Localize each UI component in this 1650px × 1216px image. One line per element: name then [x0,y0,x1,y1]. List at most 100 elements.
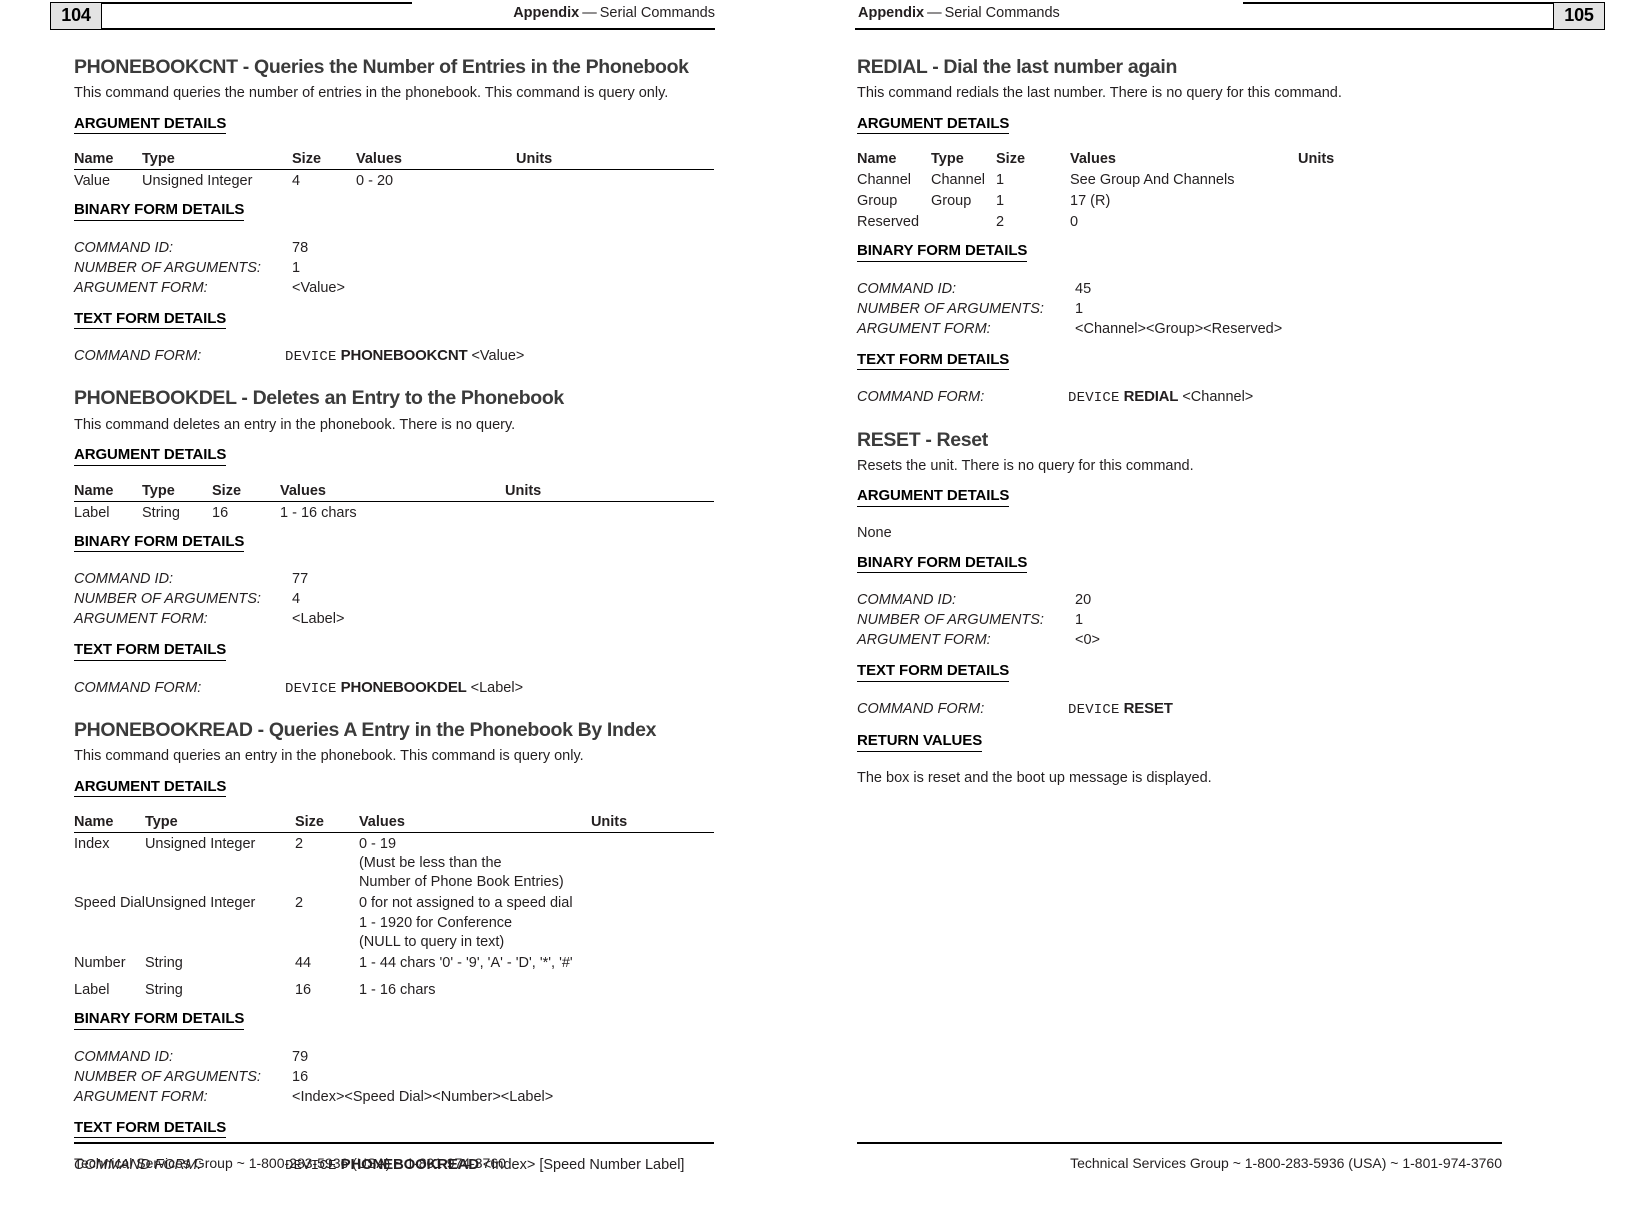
command-form-value: DEVICE PHONEBOOKCNT <Value> [285,346,524,367]
cell-units [1298,169,1502,190]
running-head-separator: — [582,5,597,21]
cell-type: String [144,954,183,971]
command-name: RESET [1123,699,1173,717]
command-id-label: COMMAND ID: [74,571,174,588]
binary-form-details-heading: BINARY FORM DETAILS [857,554,1027,574]
command-form-label: COMMAND FORM: [857,389,985,406]
argument-form-row: ARGUMENT FORM: <0> [857,630,1502,650]
col-name: Name [74,814,114,831]
binary-form-details: COMMAND ID: 20 NUMBER OF ARGUMENTS: 1 AR… [857,590,1502,650]
argument-details-heading-wrap: ARGUMENT DETAILS [857,487,1502,516]
cell-size: 2 [294,895,304,912]
page-number-104: 104 [50,2,102,30]
table-row: Value Unsigned Integer 4 0 - 20 [74,170,714,192]
number-of-arguments-value: 1 [1075,300,1084,317]
command-form-row: COMMAND FORM: DEVICE PHONEBOOKDEL <Label… [74,678,714,699]
cell-values: 1 - 16 chars [358,981,436,998]
cell-units [1298,190,1502,211]
cell-size: 2 [294,836,304,853]
cell-units [591,952,714,973]
binary-form-details-heading: BINARY FORM DETAILS [74,202,244,221]
cell-type: String [144,981,183,998]
col-units: Units [505,482,542,499]
col-type: Type [142,151,175,168]
argument-form-label: ARGUMENT FORM: [857,320,991,337]
device-keyword: DEVICE [285,349,337,366]
text-form-details-heading: TEXT FORM DETAILS [857,351,1009,371]
number-of-arguments-value: 1 [292,259,301,276]
command-id-value: 78 [292,239,309,256]
cell-name: Label [74,981,110,998]
argument-form-label: ARGUMENT FORM: [74,611,208,628]
cell-units [505,501,714,523]
text-form-heading-wrap: TEXT FORM DETAILS [857,351,1502,380]
cell-units [591,973,714,1000]
footer-rule [857,1142,1502,1144]
page-number-105: 105 [1553,2,1605,30]
col-size: Size [996,151,1026,168]
page-104: 104 Appendix — Serial Commands PHONEBOOKCN… [0,0,825,1216]
running-head-rest: Serial Commands [944,5,1060,21]
argument-form-row: ARGUMENT FORM: <Channel><Group><Reserved… [857,319,1502,339]
binary-form-heading-wrap: BINARY FORM DETAILS [74,533,714,562]
command-id-row: COMMAND ID: 78 [74,238,714,258]
running-head-top-rule [102,2,412,4]
text-form-details: COMMAND FORM: DEVICE PHONEBOOKDEL <Label… [74,678,714,699]
argument-details-heading-wrap: ARGUMENT DETAILS [857,115,1502,144]
argument-form-row: ARGUMENT FORM: <Index><Speed Dial><Numbe… [74,1087,714,1107]
command-form-value: DEVICE RESET [1068,699,1173,720]
command-form-label: COMMAND FORM: [74,348,202,365]
command-id-label: COMMAND ID: [857,280,957,297]
text-form-details: COMMAND FORM: DEVICE PHONEBOOKCNT <Value… [74,346,714,367]
number-of-arguments-row: NUMBER OF ARGUMENTS: 4 [74,589,714,609]
table-header-row: Name Type Size Values Units [74,151,714,170]
cell-size: 2 [996,214,1005,231]
table-row: Speed Dial Unsigned Integer 2 0 for not … [74,892,714,951]
value-line: 1 - 1920 for Conference [358,914,513,931]
command-description: This command queries the number of entri… [74,85,669,102]
running-head-rule [50,28,715,30]
command-id-value: 20 [1075,592,1092,609]
command-id-row: COMMAND ID: 79 [74,1047,714,1067]
command-form-value: DEVICE REDIAL <Channel> [1068,387,1253,408]
col-name: Name [74,482,114,499]
cell-values: 0 - 19 (Must be less than the Number of … [359,833,591,893]
value-line: 0 for not assigned to a speed dial [358,895,573,912]
cell-name: Index [74,836,110,853]
cell-name: Reserved [857,214,920,231]
argument-details-heading: ARGUMENT DETAILS [74,115,226,135]
cell-name: Number [74,954,126,971]
text-form-details-heading: TEXT FORM DETAILS [74,310,226,330]
cell-values: 1 - 16 chars [280,504,357,521]
text-form-details-heading: TEXT FORM DETAILS [74,642,226,661]
command-form-row: COMMAND FORM: DEVICE PHONEBOOKCNT <Value… [74,346,714,367]
footer-text: Technical Services Group ~ 1-800-283-593… [1070,1155,1502,1171]
number-of-arguments-row: NUMBER OF ARGUMENTS: 1 [857,299,1502,319]
text-form-details-heading: TEXT FORM DETAILS [74,1119,226,1139]
page-105-content: REDIAL - Dial the last number again This… [857,56,1502,807]
argument-form-value: <Channel><Group><Reserved> [1075,320,1283,337]
col-name: Name [74,151,114,168]
binary-form-details-heading: BINARY FORM DETAILS [74,533,244,553]
col-units: Units [590,814,628,831]
command-form-row: COMMAND FORM: DEVICE REDIAL <Channel> [857,387,1502,408]
command-id-value: 79 [292,1048,309,1065]
command-id-value: 45 [1075,280,1092,297]
col-type: Type [142,482,175,499]
command-arguments: <Channel> [1182,389,1254,406]
command-form-value: DEVICE PHONEBOOKDEL <Label> [285,678,523,699]
command-title: PHONEBOOKCNT - Queries the Number of Ent… [74,56,689,78]
command-arguments: <Label> [470,679,524,696]
cell-units [591,833,714,893]
number-of-arguments-row: NUMBER OF ARGUMENTS: 16 [74,1067,714,1087]
binary-form-details-heading: BINARY FORM DETAILS [74,1010,244,1030]
table-row: Group Group 1 17 (R) [857,190,1502,211]
col-values: Values [358,814,405,831]
col-units: Units [516,151,553,168]
cell-values: 0 for not assigned to a speed dial 1 - 1… [359,892,591,951]
argument-table: Name Type Size Values Units Label String… [74,483,714,523]
argument-form-row: ARGUMENT FORM: <Value> [74,278,714,298]
argument-form-label: ARGUMENT FORM: [74,279,208,296]
number-of-arguments-label: NUMBER OF ARGUMENTS: [857,612,1044,629]
running-head-left: 104 Appendix — Serial Commands [50,0,715,34]
